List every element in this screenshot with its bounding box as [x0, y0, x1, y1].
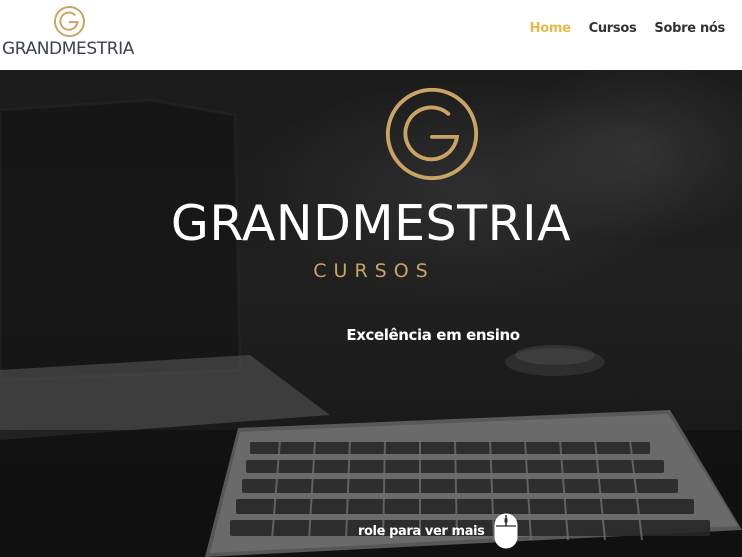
- nav-home[interactable]: Home: [530, 21, 571, 36]
- hero-banner: GRANDMESTRIA CURSOS Excelência em ensino…: [0, 70, 742, 557]
- logo-text: GRANDMESTRIA: [2, 39, 134, 59]
- grandmestria-g-logo-icon: [385, 87, 479, 181]
- hero-title: GRANDMESTRIA: [170, 195, 572, 252]
- hero-tagline: Excelência em ensino: [346, 326, 520, 344]
- grandmestria-g-logo-icon: [53, 5, 86, 38]
- scroll-down-hint[interactable]: role para ver mais: [358, 513, 518, 549]
- main-nav: Home Cursos Sobre nós: [530, 21, 726, 36]
- nav-cursos[interactable]: Cursos: [589, 21, 637, 36]
- background-photo: [0, 70, 742, 557]
- nav-sobre-nos[interactable]: Sobre nós: [654, 21, 725, 36]
- hero-subtitle: CURSOS: [313, 260, 435, 282]
- site-header: GRANDMESTRIA Home Cursos Sobre nós: [0, 0, 742, 70]
- scroll-hint-label: role para ver mais: [358, 523, 485, 539]
- site-logo[interactable]: GRANDMESTRIA: [0, 0, 140, 66]
- mouse-icon: [494, 513, 518, 549]
